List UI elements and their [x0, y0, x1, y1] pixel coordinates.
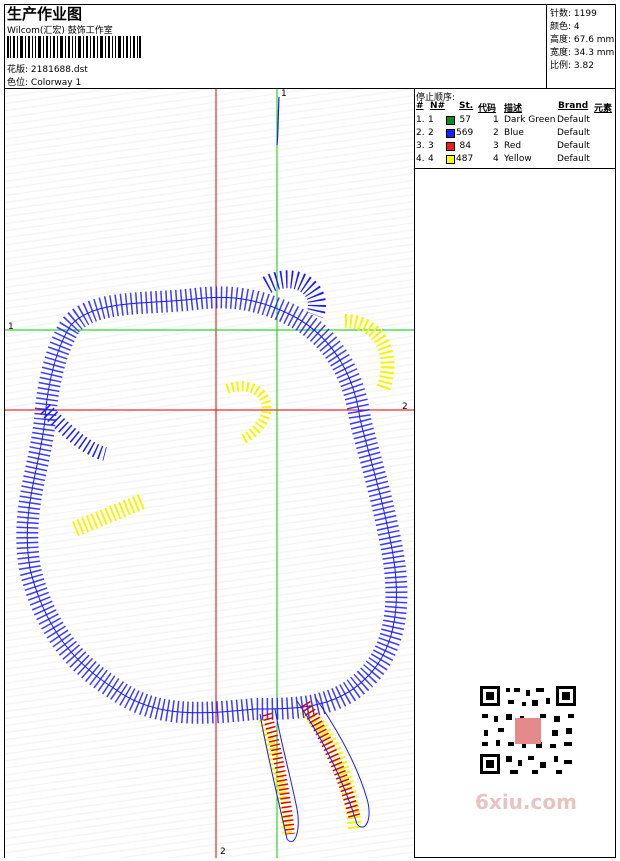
col-desc-header: 描述	[504, 104, 523, 114]
row-needle: 1	[428, 115, 434, 125]
row-stitches: 57	[459, 115, 471, 125]
row-needle: 2	[428, 128, 434, 138]
row-description: Yellow	[504, 154, 532, 164]
thread-color-swatch	[446, 155, 455, 164]
design-height: 高度: 67.6 mm	[550, 35, 615, 45]
barcode-image	[7, 36, 141, 58]
yellow-stitches	[23, 314, 395, 835]
leg-outline-stitches	[259, 696, 370, 842]
col-index-header: #	[416, 101, 424, 111]
thread-color-swatch	[446, 116, 455, 125]
red-bottom-label: 2	[220, 847, 226, 857]
row-description: Red	[504, 141, 522, 151]
row-stitches: 487	[456, 154, 474, 164]
design-width: 宽度: 34.3 mm	[550, 48, 615, 58]
row-brand: Default	[557, 115, 590, 125]
row-code: 3	[493, 141, 499, 151]
row-code: 1	[493, 115, 499, 125]
green-top-label: 1	[281, 89, 287, 99]
canvas-divider	[414, 169, 415, 858]
row-index: 1.	[416, 115, 425, 125]
row-index: 4.	[416, 154, 425, 164]
color-count: 颜色: 4	[550, 22, 580, 32]
green-left-label: 1	[8, 322, 14, 332]
row-code: 2	[493, 128, 499, 138]
row-brand: Default	[557, 154, 590, 164]
page-title: 生产作业图	[7, 5, 83, 23]
row-stitches: 84	[459, 141, 471, 151]
row-index: 3.	[416, 141, 425, 151]
col-needle-header: N#	[430, 101, 446, 111]
col-code-header: 代码	[478, 104, 497, 114]
row-stitches: 569	[456, 128, 474, 138]
company-name: Wilcom(汇宏) 鼓饰工作室	[7, 26, 113, 36]
row-needle: 4	[428, 154, 434, 164]
row-index: 2.	[416, 128, 425, 138]
col-element-header: 元素	[594, 104, 613, 114]
row-description: Blue	[504, 128, 524, 138]
blue-stitches	[16, 96, 408, 724]
col-stitches-header: St.	[459, 101, 474, 111]
thread-color-swatch	[446, 142, 455, 151]
embroidery-preview	[5, 89, 414, 858]
design-row: 花版: 2181688.dst	[7, 62, 88, 75]
colorway-label: 色位:	[7, 78, 29, 88]
row-brand: Default	[557, 141, 590, 151]
design-label: 花版:	[7, 65, 29, 75]
row-brand: Default	[557, 128, 590, 138]
col-brand-header: Brand	[558, 101, 589, 111]
stitch-count: 针数: 1199	[550, 9, 597, 19]
row-needle: 3	[428, 141, 434, 151]
colorway-value: Colorway 1	[30, 78, 82, 88]
row-description: Dark Green	[504, 115, 556, 125]
design-scale: 比例: 3.82	[550, 61, 594, 71]
design-file: 2181688.dst	[30, 65, 88, 75]
row-code: 4	[493, 154, 499, 164]
red-right-label: 2	[402, 402, 408, 412]
colorway-row: 色位: Colorway 1	[7, 75, 81, 88]
watermark-text: 6xiu.com	[475, 790, 577, 814]
design-canvas: 1 1 2 2	[5, 89, 414, 858]
qr-code-image	[470, 680, 588, 780]
thread-color-swatch	[446, 129, 455, 138]
stats-panel: 针数: 1199 颜色: 4 高度: 67.6 mm 宽度: 34.3 mm 比…	[546, 4, 616, 88]
